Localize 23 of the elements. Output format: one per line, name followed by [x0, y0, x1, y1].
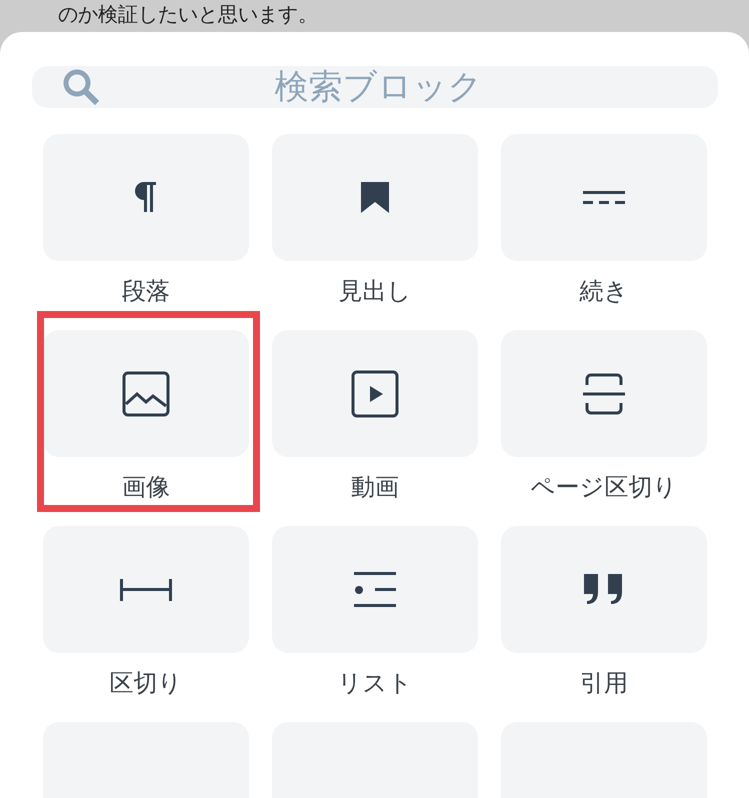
block-label: リスト — [338, 668, 412, 699]
block-label: 画像 — [122, 472, 170, 503]
block-tile[interactable] — [272, 134, 478, 261]
block-tile[interactable] — [501, 134, 707, 261]
block-tile[interactable] — [272, 526, 478, 653]
block-label: 見出し — [338, 276, 412, 307]
block-tile[interactable] — [43, 526, 249, 653]
block-tile[interactable] — [43, 330, 249, 457]
search-input[interactable]: 検索ブロック — [100, 66, 658, 108]
block-tile[interactable] — [501, 526, 707, 653]
block-tile[interactable] — [501, 330, 707, 457]
block-label: 区切り — [110, 668, 182, 699]
block-tile[interactable] — [272, 330, 478, 457]
search-icon — [62, 68, 100, 106]
block-label: 引用 — [580, 668, 628, 699]
block-label: 続き — [580, 276, 628, 307]
block-label: ページ区切り — [530, 472, 678, 503]
block-tile[interactable] — [43, 134, 249, 261]
dashed-lines-icon — [583, 191, 625, 204]
block-label: 段落 — [122, 276, 170, 307]
block-label: 動画 — [351, 472, 399, 503]
background-text: のか検証したいと思います。 — [58, 3, 318, 25]
search-field[interactable]: 検索ブロック — [32, 66, 718, 108]
